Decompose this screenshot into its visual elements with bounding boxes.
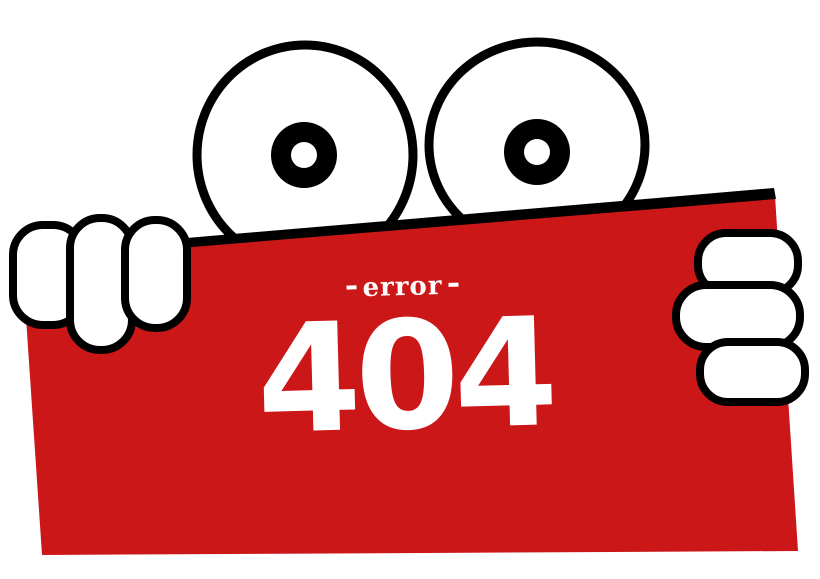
prefix-dash-shape bbox=[346, 285, 357, 290]
suffix-dash-shape bbox=[448, 282, 459, 287]
error-code: 404 bbox=[254, 286, 555, 468]
error-404-illustration: -error- 404 bbox=[0, 0, 820, 579]
